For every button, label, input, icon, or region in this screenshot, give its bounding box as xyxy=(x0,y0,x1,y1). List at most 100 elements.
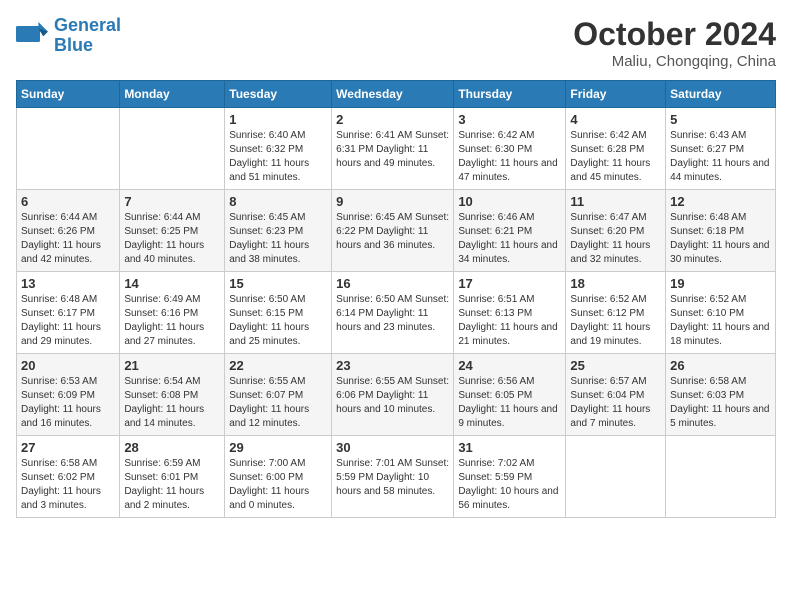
calendar-cell: 24Sunrise: 6:56 AM Sunset: 6:05 PM Dayli… xyxy=(454,354,566,436)
calendar-cell: 5 Sunrise: 6:43 AM Sunset: 6:27 PM Daylig… xyxy=(666,108,776,190)
calendar-cell: 26 Sunrise: 6:58 AM Sunset: 6:03 PM Dayli… xyxy=(666,354,776,436)
day-number: 19 xyxy=(670,276,771,291)
day-info: Sunrise: 7:00 AM Sunset: 6:00 PM Dayligh… xyxy=(229,457,327,513)
calendar-week-row: 20Sunrise: 6:53 AM Sunset: 6:09 PM Dayli… xyxy=(17,354,776,436)
day-info: Sunrise: 6:45 AM Sunset: 6:22 PM Dayligh… xyxy=(336,211,449,253)
weekday-header: Tuesday xyxy=(225,81,332,108)
day-number: 3 xyxy=(458,112,561,127)
day-number: 26 xyxy=(670,358,771,373)
title-block: October 2024 Maliu, Chongqing, China xyxy=(573,16,776,70)
calendar-body: 1Sunrise: 6:40 AM Sunset: 6:32 PM Daylig… xyxy=(17,108,776,518)
weekday-row: SundayMondayTuesdayWednesdayThursdayFrid… xyxy=(17,81,776,108)
calendar-cell xyxy=(666,436,776,518)
calendar-header: SundayMondayTuesdayWednesdayThursdayFrid… xyxy=(17,81,776,108)
calendar-cell: 13Sunrise: 6:48 AM Sunset: 6:17 PM Dayli… xyxy=(17,272,120,354)
day-info: Sunrise: 6:42 AM Sunset: 6:30 PM Dayligh… xyxy=(458,129,561,185)
calendar-table: SundayMondayTuesdayWednesdayThursdayFrid… xyxy=(16,80,776,518)
calendar-cell xyxy=(566,436,666,518)
logo-line1: General xyxy=(54,15,121,35)
calendar-cell: 21 Sunrise: 6:54 AM Sunset: 6:08 PM Dayli… xyxy=(120,354,225,436)
calendar-cell: 6 Sunrise: 6:44 AM Sunset: 6:26 PM Daylig… xyxy=(17,190,120,272)
calendar-cell: 20Sunrise: 6:53 AM Sunset: 6:09 PM Dayli… xyxy=(17,354,120,436)
day-number: 27 xyxy=(21,440,115,455)
day-number: 22 xyxy=(229,358,327,373)
calendar-cell: 28 Sunrise: 6:59 AM Sunset: 6:01 PM Dayli… xyxy=(120,436,225,518)
day-info: Sunrise: 6:46 AM Sunset: 6:21 PM Dayligh… xyxy=(458,211,561,267)
calendar-cell: 2 Sunrise: 6:41 AM Sunset: 6:31 PM Daylig… xyxy=(332,108,454,190)
weekday-header: Monday xyxy=(120,81,225,108)
calendar-week-row: 1Sunrise: 6:40 AM Sunset: 6:32 PM Daylig… xyxy=(17,108,776,190)
logo: General Blue xyxy=(16,16,121,56)
day-info: Sunrise: 6:48 AM Sunset: 6:18 PM Dayligh… xyxy=(670,211,771,267)
calendar-cell: 22 Sunrise: 6:55 AM Sunset: 6:07 PM Dayli… xyxy=(225,354,332,436)
calendar-cell: 16Sunrise: 6:50 AM Sunset: 6:14 PM Dayli… xyxy=(332,272,454,354)
day-info: Sunrise: 6:58 AM Sunset: 6:03 PM Dayligh… xyxy=(670,375,771,431)
weekday-header: Sunday xyxy=(17,81,120,108)
day-number: 24 xyxy=(458,358,561,373)
day-info: Sunrise: 6:40 AM Sunset: 6:32 PM Dayligh… xyxy=(229,129,327,185)
day-number: 5 xyxy=(670,112,771,127)
calendar-week-row: 6 Sunrise: 6:44 AM Sunset: 6:26 PM Daylig… xyxy=(17,190,776,272)
day-info: Sunrise: 6:55 AM Sunset: 6:07 PM Dayligh… xyxy=(229,375,327,431)
day-info: Sunrise: 6:58 AM Sunset: 6:02 PM Dayligh… xyxy=(21,457,115,513)
day-number: 8 xyxy=(229,194,327,209)
month-title: October 2024 xyxy=(573,16,776,53)
day-info: Sunrise: 6:52 AM Sunset: 6:12 PM Dayligh… xyxy=(570,293,661,349)
day-info: Sunrise: 6:45 AM Sunset: 6:23 PM Dayligh… xyxy=(229,211,327,267)
day-info: Sunrise: 6:42 AM Sunset: 6:28 PM Dayligh… xyxy=(570,129,661,185)
calendar-cell: 3 Sunrise: 6:42 AM Sunset: 6:30 PM Daylig… xyxy=(454,108,566,190)
day-number: 30 xyxy=(336,440,449,455)
day-number: 18 xyxy=(570,276,661,291)
day-number: 25 xyxy=(570,358,661,373)
weekday-header: Wednesday xyxy=(332,81,454,108)
day-info: Sunrise: 6:44 AM Sunset: 6:26 PM Dayligh… xyxy=(21,211,115,267)
day-number: 2 xyxy=(336,112,449,127)
day-info: Sunrise: 6:50 AM Sunset: 6:14 PM Dayligh… xyxy=(336,293,449,335)
location: Maliu, Chongqing, China xyxy=(573,53,776,70)
calendar-cell xyxy=(120,108,225,190)
day-info: Sunrise: 6:52 AM Sunset: 6:10 PM Dayligh… xyxy=(670,293,771,349)
calendar-cell: 9 Sunrise: 6:45 AM Sunset: 6:22 PM Daylig… xyxy=(332,190,454,272)
day-number: 20 xyxy=(21,358,115,373)
day-info: Sunrise: 6:54 AM Sunset: 6:08 PM Dayligh… xyxy=(124,375,220,431)
day-number: 31 xyxy=(458,440,561,455)
calendar-week-row: 27 Sunrise: 6:58 AM Sunset: 6:02 PM Dayli… xyxy=(17,436,776,518)
day-number: 7 xyxy=(124,194,220,209)
day-number: 17 xyxy=(458,276,561,291)
day-number: 10 xyxy=(458,194,561,209)
day-info: Sunrise: 6:43 AM Sunset: 6:27 PM Dayligh… xyxy=(670,129,771,185)
day-number: 6 xyxy=(21,194,115,209)
calendar-cell xyxy=(17,108,120,190)
day-number: 14 xyxy=(124,276,220,291)
day-number: 28 xyxy=(124,440,220,455)
calendar-cell: 27 Sunrise: 6:58 AM Sunset: 6:02 PM Dayli… xyxy=(17,436,120,518)
day-info: Sunrise: 6:51 AM Sunset: 6:13 PM Dayligh… xyxy=(458,293,561,349)
day-info: Sunrise: 6:49 AM Sunset: 6:16 PM Dayligh… xyxy=(124,293,220,349)
day-number: 15 xyxy=(229,276,327,291)
calendar-cell: 25 Sunrise: 6:57 AM Sunset: 6:04 PM Dayli… xyxy=(566,354,666,436)
calendar-cell: 17 Sunrise: 6:51 AM Sunset: 6:13 PM Dayli… xyxy=(454,272,566,354)
day-info: Sunrise: 6:44 AM Sunset: 6:25 PM Dayligh… xyxy=(124,211,220,267)
day-number: 21 xyxy=(124,358,220,373)
day-info: Sunrise: 7:01 AM Sunset: 5:59 PM Dayligh… xyxy=(336,457,449,499)
day-info: Sunrise: 6:41 AM Sunset: 6:31 PM Dayligh… xyxy=(336,129,449,171)
weekday-header: Friday xyxy=(566,81,666,108)
day-info: Sunrise: 6:57 AM Sunset: 6:04 PM Dayligh… xyxy=(570,375,661,431)
calendar-cell: 11Sunrise: 6:47 AM Sunset: 6:20 PM Dayli… xyxy=(566,190,666,272)
day-number: 12 xyxy=(670,194,771,209)
page-header: General Blue October 2024 Maliu, Chongqi… xyxy=(16,16,776,70)
calendar-cell: 1Sunrise: 6:40 AM Sunset: 6:32 PM Daylig… xyxy=(225,108,332,190)
day-info: Sunrise: 6:59 AM Sunset: 6:01 PM Dayligh… xyxy=(124,457,220,513)
logo-text: General Blue xyxy=(54,16,121,56)
calendar-cell: 18 Sunrise: 6:52 AM Sunset: 6:12 PM Dayli… xyxy=(566,272,666,354)
calendar-cell: 31Sunrise: 7:02 AM Sunset: 5:59 PM Dayli… xyxy=(454,436,566,518)
day-info: Sunrise: 6:48 AM Sunset: 6:17 PM Dayligh… xyxy=(21,293,115,349)
day-info: Sunrise: 6:55 AM Sunset: 6:06 PM Dayligh… xyxy=(336,375,449,417)
day-number: 23 xyxy=(336,358,449,373)
calendar-cell: 8 Sunrise: 6:45 AM Sunset: 6:23 PM Daylig… xyxy=(225,190,332,272)
calendar-cell: 12 Sunrise: 6:48 AM Sunset: 6:18 PM Dayli… xyxy=(666,190,776,272)
logo-icon xyxy=(16,22,48,50)
day-info: Sunrise: 6:50 AM Sunset: 6:15 PM Dayligh… xyxy=(229,293,327,349)
calendar-cell: 7 Sunrise: 6:44 AM Sunset: 6:25 PM Daylig… xyxy=(120,190,225,272)
day-number: 9 xyxy=(336,194,449,209)
